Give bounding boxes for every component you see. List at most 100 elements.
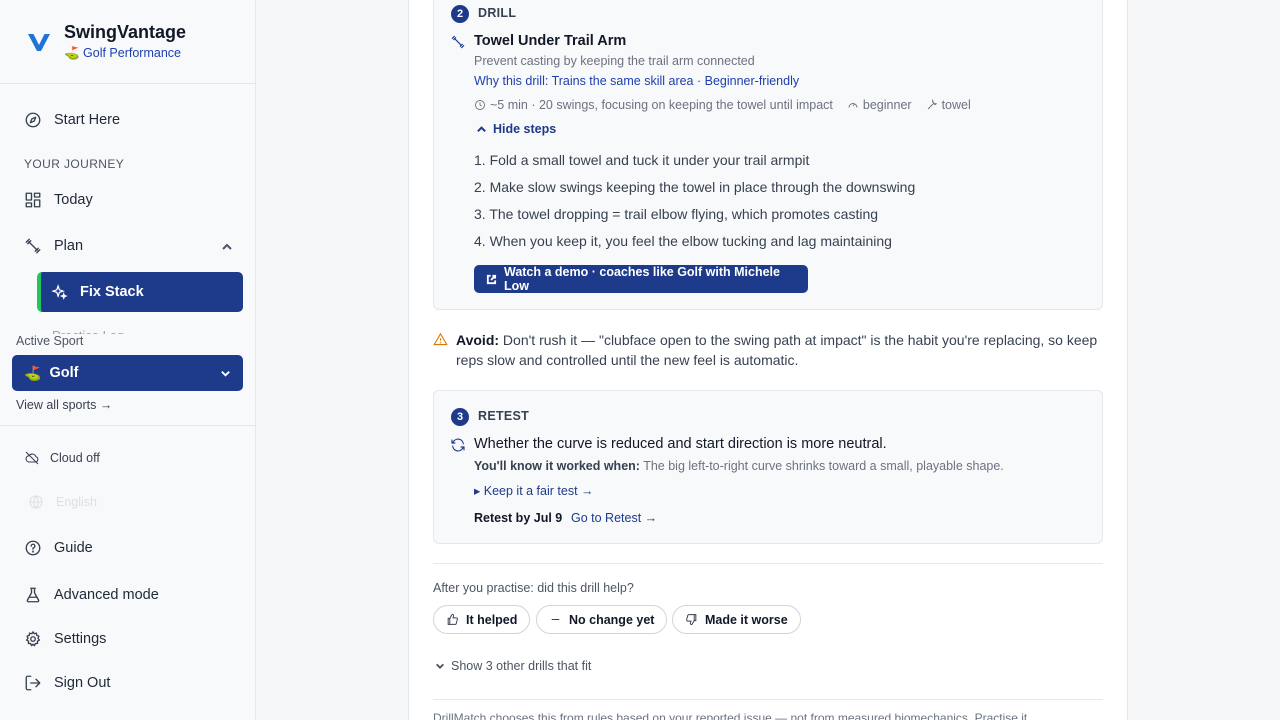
chevron-down-icon [221,371,230,377]
drill-meta: ~5 min · 20 swings, focusing on keeping … [474,98,971,112]
watch-demo-label: Watch a demo · coaches like Golf with Mi… [503,265,780,293]
minus-icon [551,619,560,620]
cloud-off-label: Cloud off [50,451,100,465]
drill-step: 4. When you keep it, you feel the elbow … [474,233,892,249]
step-title-drill: DRILL [478,6,517,20]
avoid-text-block: Avoid: Don't rush it — "clubface open to… [456,330,1103,370]
nav-today-label: Today [54,192,93,208]
wrench-icon [927,99,937,110]
divider [0,83,255,84]
dumbbell-icon [25,238,41,254]
made-worse-label: Made it worse [705,612,788,627]
clock-icon [475,100,485,110]
divider [433,563,1103,564]
compass-icon [25,112,41,128]
divider [0,425,255,426]
drill-why: Why this drill: Trains the same skill ar… [474,74,800,88]
nav-guide-label: Guide [54,540,93,556]
nav-advanced-mode[interactable]: Advanced mode [24,586,159,604]
nav-fix-stack-label: Fix Stack [80,284,144,300]
step-badge-drill: 2 [451,5,469,23]
thumbs-down-icon [686,614,697,625]
drill-description: Prevent casting by keeping the trail arm… [474,54,755,68]
nav-plan-label: Plan [54,238,84,254]
flask-icon [26,587,40,603]
brand-subtitle: ⛳ Golf Performance [64,46,181,60]
active-sport-label: Active Sport [16,334,84,348]
language-selector[interactable]: English [28,494,97,510]
retest-question: Whether the curve is reduced and start d… [474,436,887,452]
show-other-label: Show 3 other drills that fit [451,659,592,673]
globe-icon [29,495,43,509]
drill-equipment: towel [941,98,971,112]
it-helped-label: It helped [466,612,518,627]
nav-sign-out-label: Sign Out [54,675,111,691]
language-label: English [56,495,97,509]
section-label-journey: YOUR JOURNEY [24,157,125,171]
drill-duration: ~5 min · 20 swings, focusing on keeping … [490,98,833,112]
feedback-question: After you practise: did this drill help? [433,581,634,595]
drill-step: 3. The towel dropping = trail elbow flyi… [474,206,879,222]
thumbs-up-icon [447,614,458,625]
drill-level: beginner [862,98,912,112]
brand-logo-icon [28,33,50,51]
dashboard-icon [25,192,41,208]
chevron-up-icon[interactable] [220,240,234,254]
brand[interactable]: SwingVantage ⛳ Golf Performance [24,22,186,61]
fair-test-toggle[interactable]: ▸ Keep it a fair test → [474,483,594,498]
nav-practice-partial[interactable]: Practice Log [52,326,124,334]
chevron-up-icon [477,125,486,132]
show-other-drills-toggle[interactable]: Show 3 other drills that fit [435,659,591,673]
retest-by-date: Retest by Jul 9 [474,511,563,525]
nav-fix-stack[interactable]: Fix Stack [37,272,243,312]
brand-name: SwingVantage [64,22,187,42]
active-sport-value: Golf [49,365,79,381]
log-out-icon [25,675,41,691]
nav-settings[interactable]: Settings [24,630,106,648]
no-change-label: No change yet [569,612,655,627]
cloud-off-icon [25,451,39,465]
golf-flag-icon: ⛳ [24,364,42,381]
nav-start-here-label: Start Here [54,112,121,128]
drill-step: 1. Fold a small towel and tuck it under … [474,152,810,168]
gear-icon [25,631,41,647]
active-sport-select[interactable]: ⛳ Golf [12,355,243,391]
watch-demo-button[interactable]: Watch a demo · coaches like Golf with Mi… [474,265,808,293]
sidebar: SwingVantage ⛳ Golf Performance Start He… [0,0,256,720]
know-text: The big left-to-right curve shrinks towa… [639,459,1004,473]
nav-start-here[interactable]: Start Here [24,111,120,129]
chevron-down-icon [436,663,444,669]
gauge-icon [848,103,858,108]
go-to-retest-link[interactable]: Go to Retest → [571,511,657,525]
nav-guide[interactable]: Guide [24,539,93,557]
nav-settings-label: Settings [54,631,107,647]
refresh-icon [451,438,465,452]
avoid-text: Don't rush it — "clubface open to the sw… [456,332,1098,368]
disclaimer-text: DrillMatch chooses this from rules based… [433,711,1028,720]
drill-step: 2. Make slow swings keeping the towel in… [474,179,916,195]
nav-plan[interactable]: Plan [24,237,83,255]
view-all-sports-link[interactable]: View all sports → [16,398,112,412]
help-circle-icon [25,540,41,556]
avoid-label: Avoid: [456,332,500,348]
no-change-button[interactable]: No change yet [536,605,668,634]
nav-sign-out[interactable]: Sign Out [24,674,110,692]
dumbbell-icon [451,35,465,49]
retest-success-criteria: You'll know it worked when: The big left… [474,459,1004,473]
step-title-retest: RETEST [478,409,530,423]
divider [433,699,1103,700]
know-label: You'll know it worked when: [474,459,640,473]
cloud-off-status[interactable]: Cloud off [24,450,100,466]
nav-advanced-label: Advanced mode [54,587,159,603]
avoid-warning: Avoid: Don't rush it — "clubface open to… [433,330,1103,370]
hide-steps-label: Hide steps [493,122,557,136]
it-helped-button[interactable]: It helped [433,605,531,634]
made-worse-button[interactable]: Made it worse [672,605,801,634]
nav-today[interactable]: Today [24,191,93,209]
hide-steps-toggle[interactable]: Hide steps [476,122,556,136]
drill-name: Towel Under Trail Arm [474,33,627,49]
sparkles-icon [51,283,68,300]
warning-icon [433,332,448,346]
step-badge-retest: 3 [451,408,469,426]
external-link-icon [486,274,497,284]
